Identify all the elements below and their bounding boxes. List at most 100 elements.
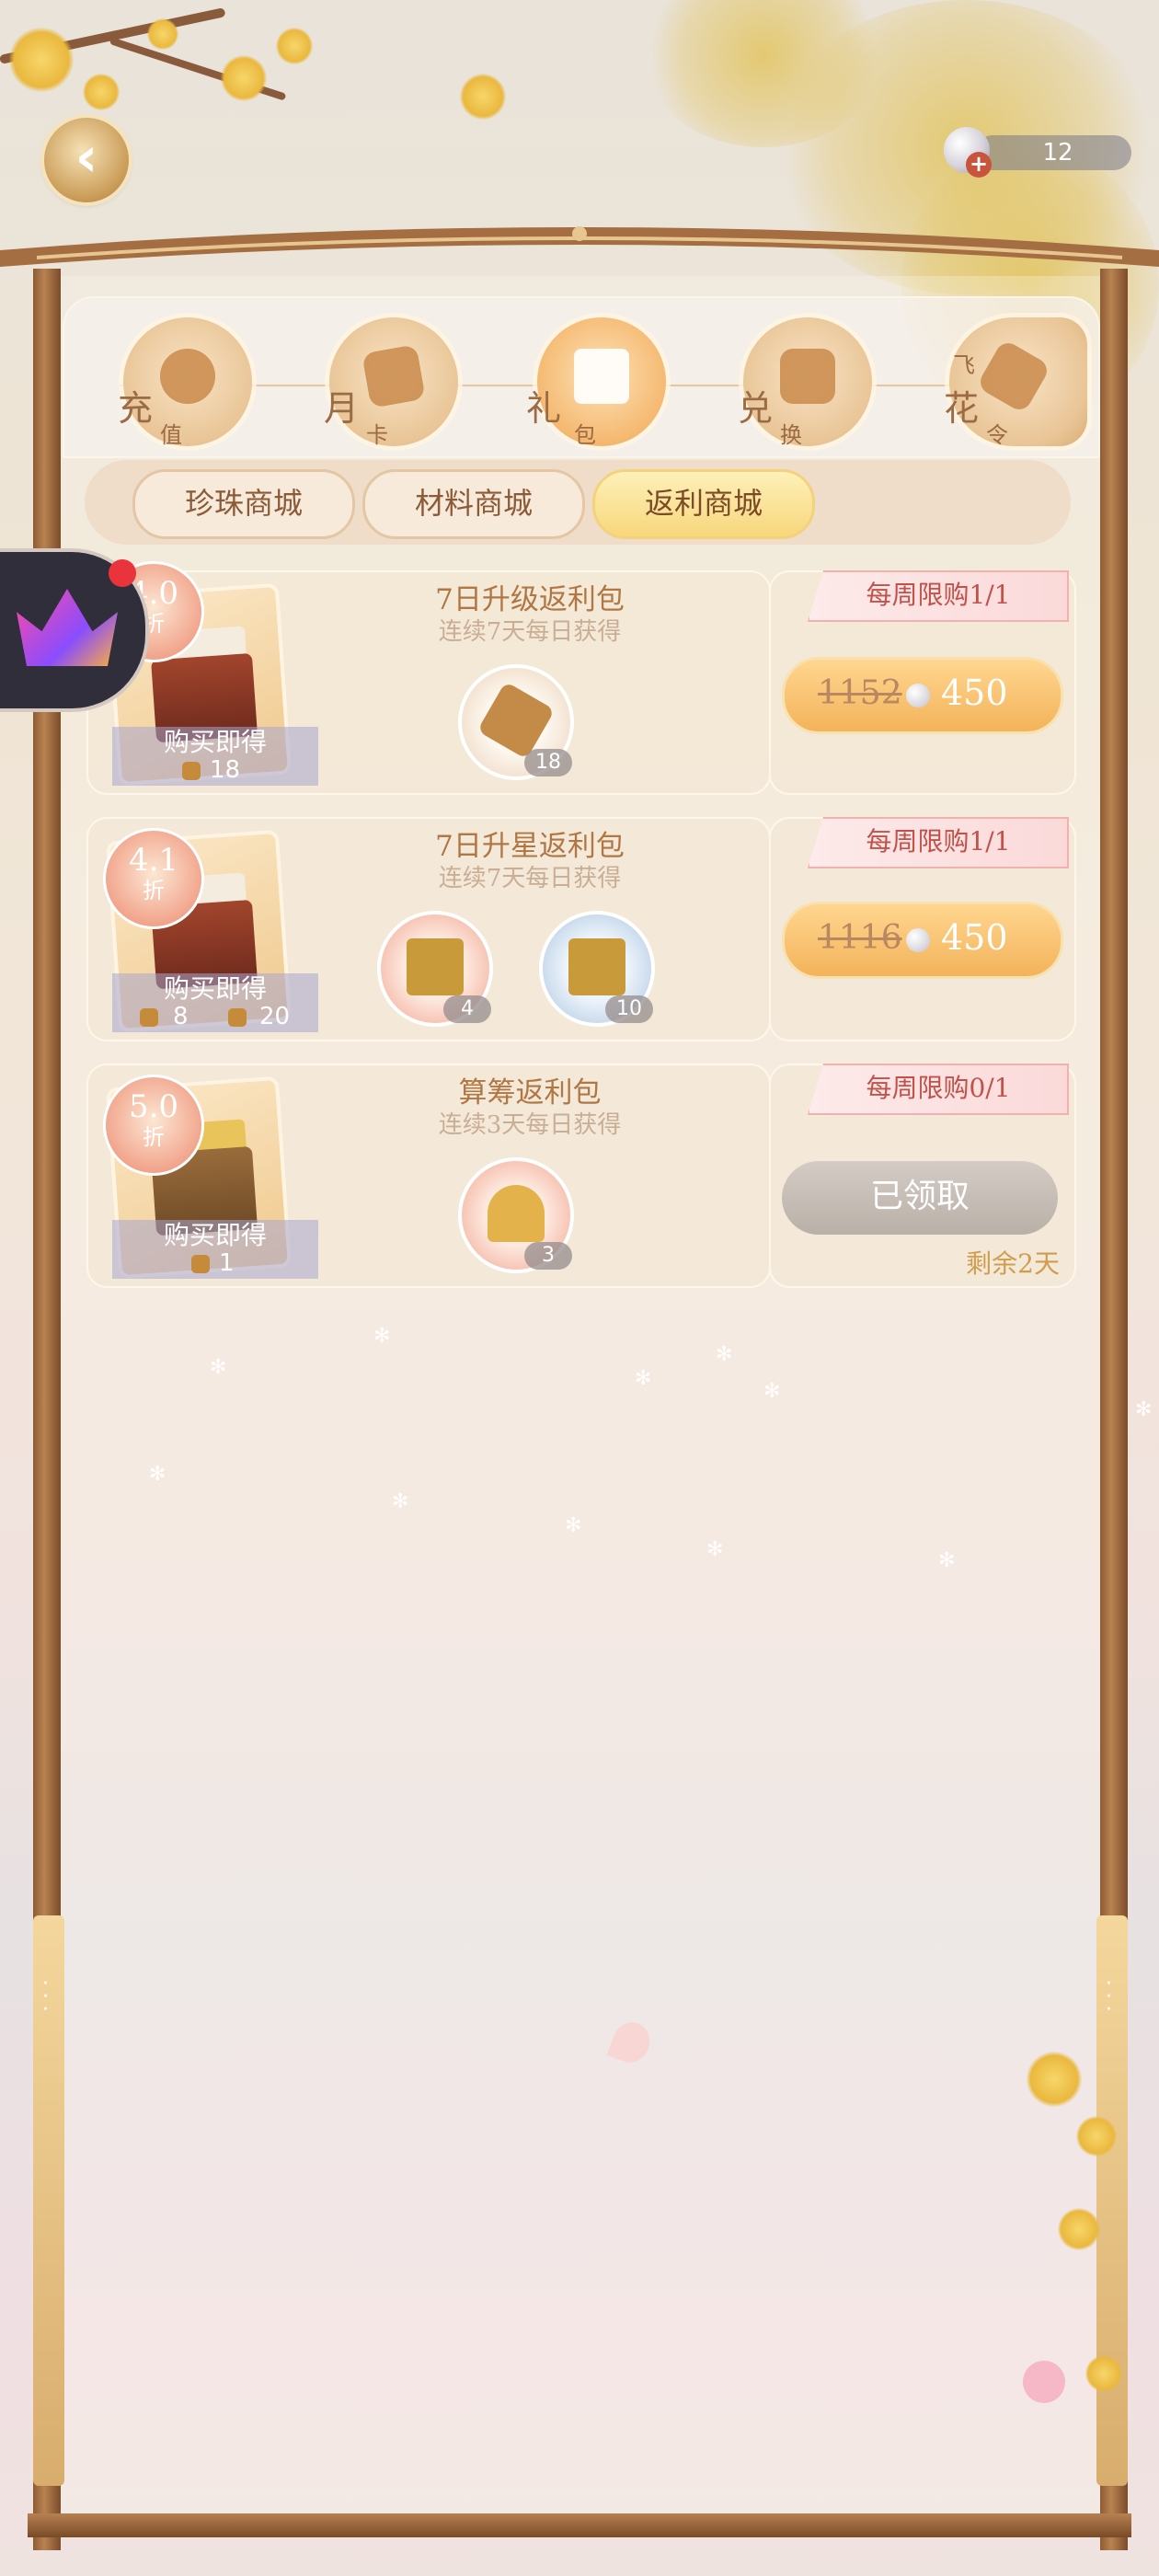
snowflake-decoration: ✻: [1135, 1398, 1153, 1421]
snowflake-decoration: ✻: [392, 1490, 409, 1513]
gold-basket-icon: [140, 1008, 158, 1027]
snowflake-decoration: ✻: [149, 1463, 166, 1486]
reward-item[interactable]: 3: [458, 1157, 574, 1273]
product-title: 7日升星返利包: [435, 830, 625, 863]
tab-material-shop[interactable]: 材料商城: [362, 469, 585, 539]
package-caption: 购买即得 18: [112, 727, 318, 786]
blossom-decoration: [1076, 2116, 1117, 2156]
gold-basket-icon: [407, 938, 464, 995]
category-label: 月: [324, 388, 360, 429]
sale-price: 450: [941, 673, 1008, 713]
gift-box-icon: [574, 349, 629, 404]
category-label: 换: [780, 422, 802, 448]
more-dots-icon: · · ·: [1106, 1972, 1112, 2021]
product-title: 算筹返利包: [458, 1076, 602, 1110]
cards-icon: [361, 344, 426, 408]
discount-badge: 5.0 折: [103, 1075, 204, 1176]
reward-count: 10: [605, 995, 653, 1023]
purchase-limit-tag: 每周限购1/1: [808, 817, 1069, 868]
sale-price: 450: [941, 917, 1008, 958]
product-subtitle: 连续3天每日获得: [438, 1111, 622, 1139]
scroll-bundle-icon: [476, 681, 556, 760]
category-label: 兑: [738, 388, 774, 429]
category-monthly-card[interactable]: 月 卡: [324, 317, 458, 448]
present-icon: [780, 349, 835, 404]
scroll-bundle-icon: [182, 762, 201, 780]
more-dots-icon: · · ·: [42, 1972, 49, 2021]
reward-count: 18: [524, 749, 572, 776]
tab-pearl-shop[interactable]: 珍珠商城: [132, 469, 355, 539]
category-exchange[interactable]: 兑 换: [738, 317, 872, 448]
reward-count: 3: [524, 1242, 572, 1270]
category-label: 值: [160, 422, 182, 448]
product-subtitle: 连续7天每日获得: [438, 865, 622, 892]
reward-item[interactable]: 18: [458, 664, 574, 780]
reward-count: 4: [443, 995, 491, 1023]
original-price: 1152: [818, 674, 902, 712]
category-label: 包: [574, 422, 596, 448]
package-item-count: 20: [259, 1003, 291, 1030]
product-purchase-panel: 每周限购0/1 已领取 剩余2天: [769, 1064, 1076, 1288]
frame-bottom-rail: [28, 2513, 1131, 2537]
back-button[interactable]: ‹: [44, 118, 129, 202]
claimed-button[interactable]: 已领取: [782, 1161, 1058, 1235]
snowflake-decoration: ✻: [565, 1514, 582, 1537]
add-pearl-button[interactable]: +: [966, 152, 992, 178]
category-flying-flower[interactable]: 飞 花 令: [944, 317, 1087, 448]
discount-badge: 4.1 折: [103, 828, 204, 929]
purchase-limit-tag: 每周限购0/1: [808, 1064, 1069, 1115]
original-price: 1116: [818, 919, 902, 957]
category-label: 充: [118, 388, 154, 429]
product-purchase-panel: 每周限购1/1 1116 450: [769, 817, 1076, 1041]
snowflake-decoration: ✻: [373, 1325, 391, 1348]
snowflake-decoration: ✻: [635, 1367, 652, 1390]
side-handle-right[interactable]: [1096, 1915, 1128, 2486]
blossom-decoration: [1058, 2208, 1100, 2250]
product-title: 7日升级返利包: [435, 583, 625, 616]
snowflake-decoration: ✻: [716, 1343, 733, 1366]
package-caption-text: 购买即得: [163, 1220, 267, 1250]
snowflake-decoration: ✻: [763, 1380, 781, 1403]
blossom-decoration: [1027, 2052, 1082, 2107]
pearl-count: 12: [1042, 139, 1073, 167]
package-caption: 购买即得 1: [112, 1220, 318, 1279]
snowflake-decoration: ✻: [706, 1538, 724, 1561]
side-handle-left[interactable]: [33, 1915, 64, 2486]
category-recharge[interactable]: 充 值: [118, 317, 252, 448]
reward-item[interactable]: 4: [377, 911, 493, 1027]
reward-item[interactable]: 10: [539, 911, 655, 1027]
package-caption-text: 购买即得: [163, 727, 267, 757]
product-purchase-panel: 每周限购1/1 1152 450: [769, 570, 1076, 795]
pearl-icon: [906, 684, 930, 707]
package-item-count: 8: [173, 1003, 189, 1030]
blossom-decoration: [221, 55, 267, 101]
gold-basket-icon: [228, 1008, 247, 1027]
category-label: 令: [986, 422, 1008, 448]
tab-rebate-shop[interactable]: 返利商城: [592, 469, 815, 539]
counting-rods-icon: [488, 1185, 545, 1242]
buy-button[interactable]: 1116 450: [782, 902, 1063, 979]
purchase-limit-tag: 每周限购1/1: [808, 570, 1069, 622]
category-label: 飞: [953, 352, 975, 378]
package-item-count: 18: [210, 756, 241, 784]
scroll-icon: [976, 339, 1051, 414]
package-caption-text: 购买即得: [163, 973, 267, 1004]
coin-icon: [160, 349, 215, 404]
notification-dot: [109, 559, 136, 587]
pearl-icon: [906, 928, 930, 952]
blossom-decoration: [9, 28, 74, 92]
buy-button[interactable]: 1152 450: [782, 657, 1063, 734]
snowflake-decoration: ✻: [938, 1549, 956, 1572]
blossom-decoration: [83, 74, 120, 110]
chevron-left-icon: ‹: [75, 125, 98, 190]
counting-rods-icon: [191, 1255, 210, 1273]
category-gift-pack[interactable]: 礼 包: [526, 317, 666, 448]
category-label: 卡: [366, 422, 388, 448]
remaining-days: 剩余2天: [966, 1248, 1060, 1279]
product-subtitle: 连续7天每日获得: [438, 618, 622, 646]
package-item-count: 1: [219, 1249, 235, 1277]
gold-basket-icon: [568, 938, 625, 995]
category-label: 礼: [526, 388, 562, 429]
blossom-decoration: [460, 74, 506, 120]
blossom-decoration: [147, 18, 178, 50]
